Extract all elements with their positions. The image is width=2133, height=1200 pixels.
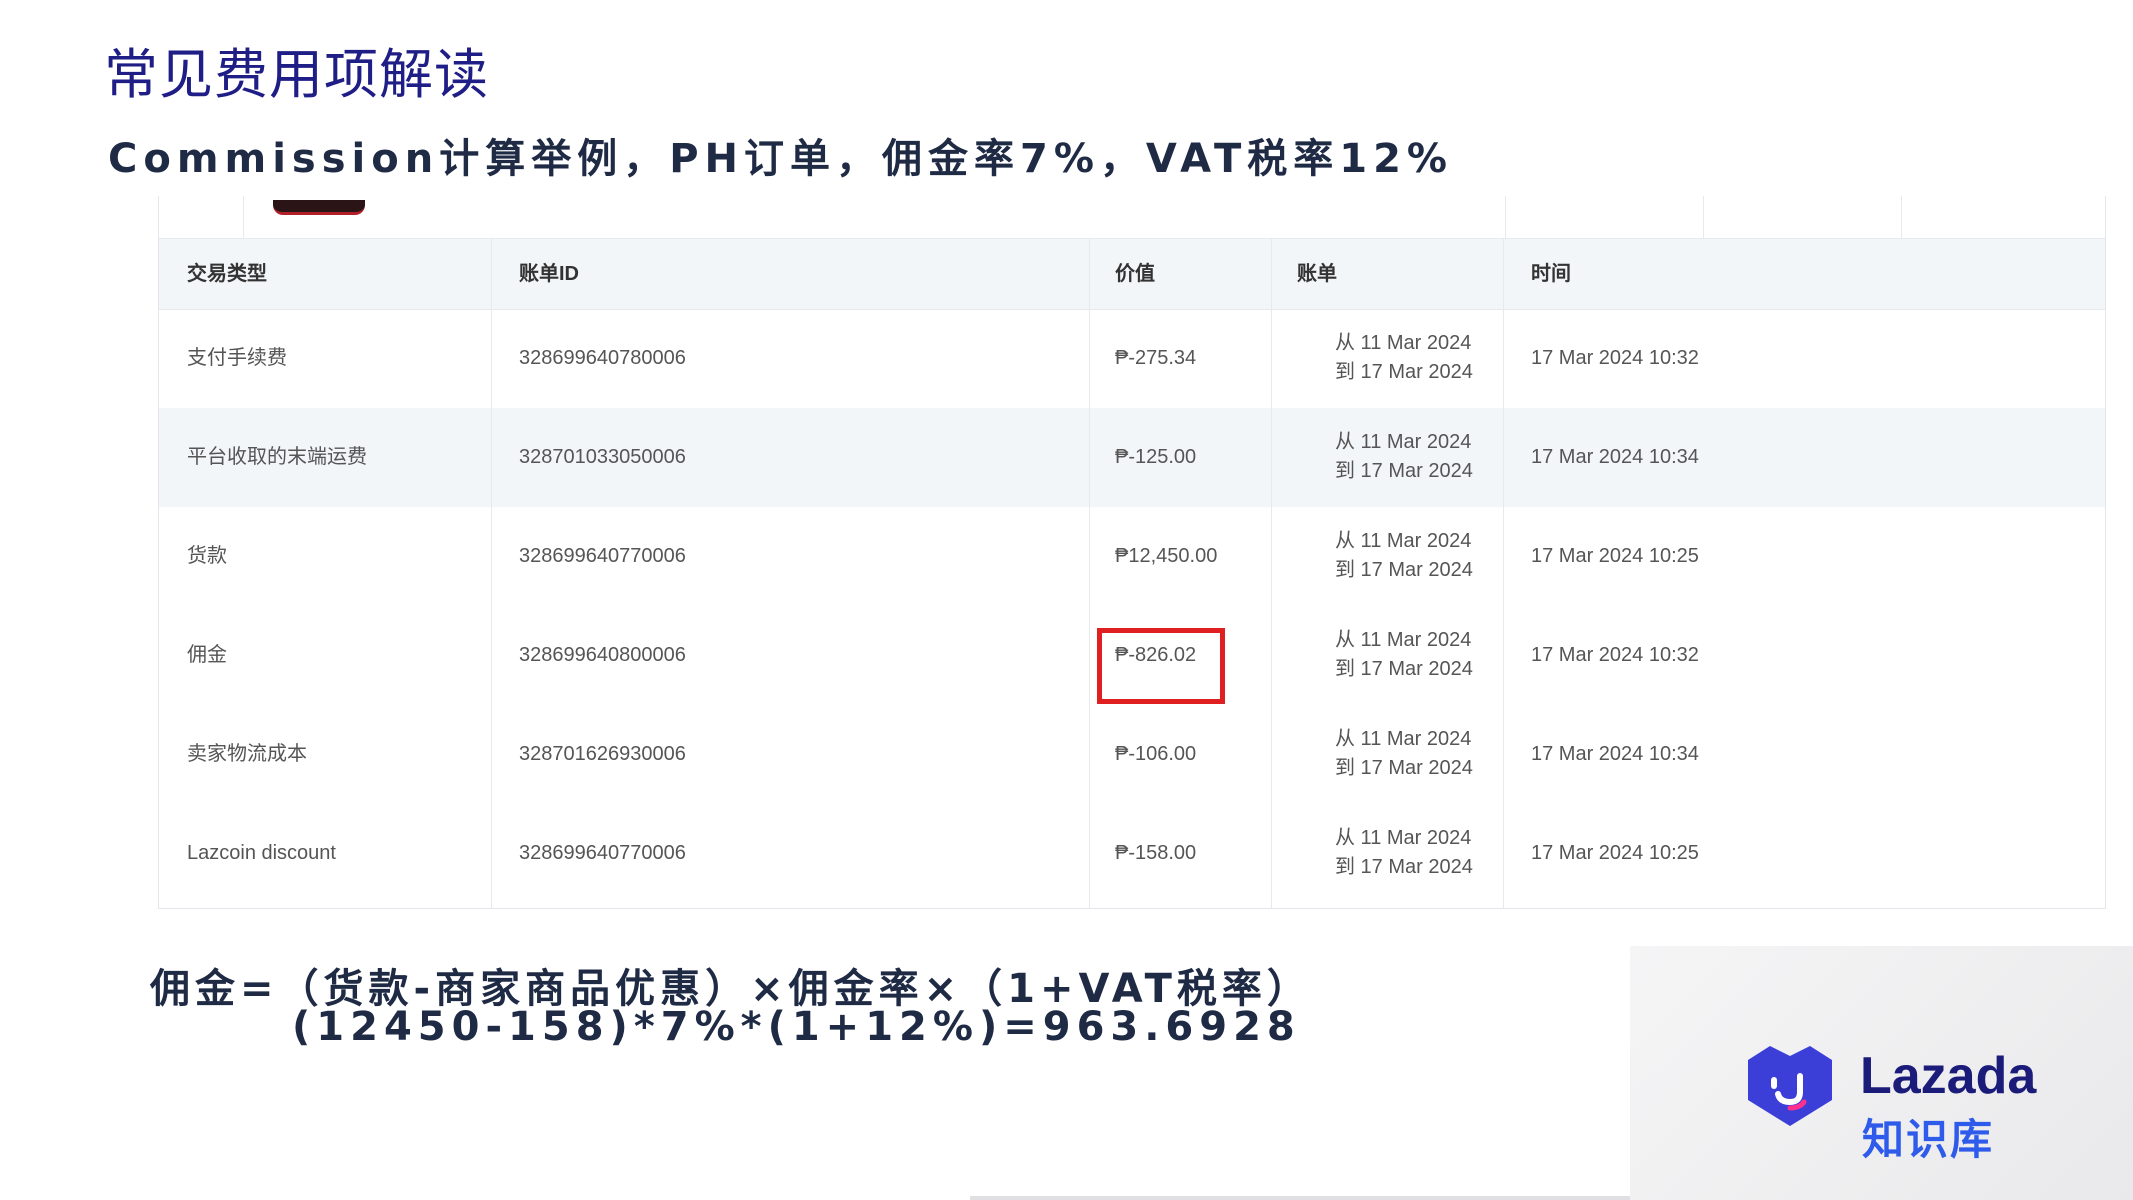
slide-title: 常见费用项解读	[104, 43, 489, 106]
row-bill-id: 328699640770006	[519, 842, 686, 864]
formula-calculation: (12450-158)*7%*(1+12%)=963.6928	[292, 1004, 1301, 1050]
row-time: 17 Mar 2024 10:25	[1531, 545, 1699, 567]
column-header-type: 交易类型	[187, 263, 267, 285]
row-bill-id: 328699640770006	[519, 545, 686, 567]
commission-highlight-box	[1097, 628, 1225, 704]
row-time: 17 Mar 2024 10:32	[1531, 644, 1699, 666]
column-header-statement: 账单	[1297, 263, 1337, 285]
row-type: Lazcoin discount	[187, 842, 336, 864]
brand-name: Lazada	[1860, 1047, 2037, 1105]
slide-subtitle: Commission计算举例，PH订单，佣金率7%，VAT税率12%	[108, 136, 1454, 182]
column-header-time: 时间	[1531, 263, 1571, 285]
row-time: 17 Mar 2024 10:34	[1531, 743, 1699, 765]
column-divider	[1503, 238, 1504, 908]
row-bill-id: 328699640780006	[519, 347, 686, 369]
row-value: ₱12,450.00	[1115, 545, 1218, 567]
column-header-bill-id: 账单ID	[519, 263, 579, 285]
row-value: ₱-106.00	[1115, 743, 1197, 765]
table-row: 平台收取的末端运费 328701033050006 ₱-125.00 从 11 …	[159, 408, 2105, 507]
brand-subtitle: 知识库	[1862, 1115, 1995, 1164]
row-value: ₱-275.34	[1115, 347, 1197, 369]
row-type: 支付手续费	[187, 347, 287, 369]
divider	[1901, 196, 1902, 238]
column-header-value: 价值	[1115, 263, 1155, 285]
row-type: 平台收取的末端运费	[187, 446, 367, 468]
table-row: 支付手续费 328699640780006 ₱-275.34 从 11 Mar …	[159, 309, 2105, 408]
row-type: 卖家物流成本	[187, 743, 307, 765]
lazada-heart-icon	[1748, 1046, 1832, 1126]
table-row: 货款 328699640770006 ₱12,450.00 从 11 Mar 2…	[159, 507, 2105, 606]
table-row: Lazcoin discount 328699640770006 ₱-158.0…	[159, 804, 2105, 903]
transaction-table-screenshot: 交易类型 账单ID 价值 账单 时间 支付手续费 328699640780006…	[158, 196, 2106, 909]
column-divider	[491, 238, 492, 908]
divider	[1505, 196, 1506, 238]
row-value: ₱-158.00	[1115, 842, 1197, 864]
product-thumbnail	[273, 200, 365, 215]
row-type: 佣金	[187, 644, 227, 666]
divider	[243, 196, 244, 238]
column-divider	[1089, 238, 1090, 908]
column-divider	[1271, 238, 1272, 908]
brand-panel: Lazada 知识库	[1630, 946, 2133, 1200]
row-bill-id: 328701033050006	[519, 446, 686, 468]
row-time: 17 Mar 2024 10:34	[1531, 446, 1699, 468]
row-type: 货款	[187, 545, 227, 567]
row-time: 17 Mar 2024 10:25	[1531, 842, 1699, 864]
divider	[1703, 196, 1704, 238]
table-row: 卖家物流成本 328701626930006 ₱-106.00 从 11 Mar…	[159, 705, 2105, 804]
row-value: ₱-125.00	[1115, 446, 1197, 468]
row-bill-id: 328699640800006	[519, 644, 686, 666]
table-top-strip	[159, 196, 2105, 238]
row-time: 17 Mar 2024 10:32	[1531, 347, 1699, 369]
row-bill-id: 328701626930006	[519, 743, 686, 765]
table-header: 交易类型 账单ID 价值 账单 时间	[159, 238, 2105, 310]
